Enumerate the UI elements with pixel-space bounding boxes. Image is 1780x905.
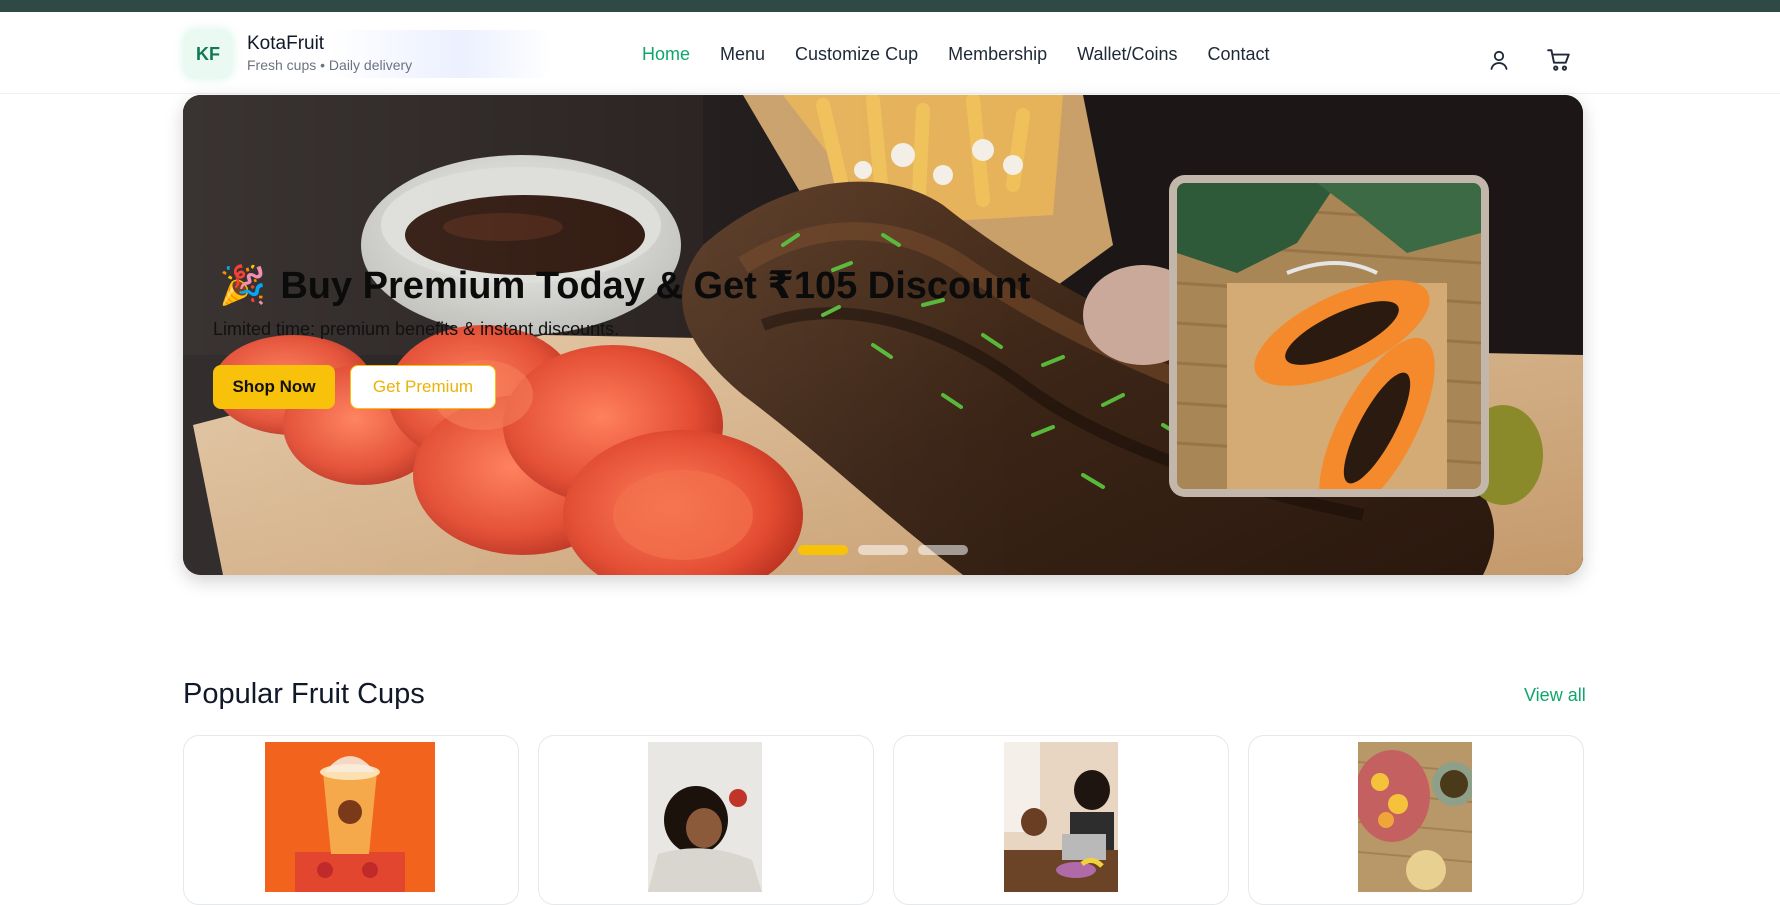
carousel-dot-2[interactable]	[858, 545, 908, 555]
hero-subtitle: Limited time: premium benefits & instant…	[213, 319, 620, 339]
brand-logo: KF	[183, 29, 233, 79]
nav-customize-cup[interactable]: Customize Cup	[795, 42, 918, 66]
carousel-dot-3[interactable]	[918, 545, 968, 555]
family-table-photo	[1004, 742, 1118, 892]
nav-contact[interactable]: Contact	[1208, 42, 1270, 66]
brand-name: KotaFruit	[247, 33, 325, 54]
brand-tagline: Fresh cups • Daily delivery	[247, 57, 413, 73]
nav-menu[interactable]: Menu	[720, 42, 765, 66]
view-all-link[interactable]: View all	[1524, 685, 1586, 706]
site-header: KF KotaFruit Fresh cups • Daily delivery…	[0, 12, 1780, 94]
fruit-cup-photo	[265, 742, 435, 892]
section-title: Popular Fruit Cups	[183, 678, 425, 710]
cart-icon[interactable]	[1539, 40, 1579, 80]
get-premium-button[interactable]: Get Premium	[350, 365, 496, 409]
product-card[interactable]	[1248, 735, 1584, 905]
hero-banner: 🎉 Buy Premium Today & Get ₹105 Discount …	[183, 95, 1583, 575]
product-card[interactable]	[183, 735, 519, 905]
hero-title: 🎉 Buy Premium Today & Get ₹105 Discount	[219, 263, 1030, 308]
shop-now-button[interactable]: Shop Now	[213, 365, 335, 409]
top-strip	[0, 0, 1780, 12]
user-icon[interactable]	[1479, 40, 1519, 80]
product-card[interactable]	[893, 735, 1229, 905]
brand[interactable]: KF KotaFruit Fresh cups • Daily delivery	[183, 29, 553, 79]
woman-eating-apple-photo	[648, 742, 762, 892]
product-card[interactable]	[538, 735, 874, 905]
main-nav: Home Menu Customize Cup Membership Walle…	[642, 42, 1270, 66]
nav-membership[interactable]: Membership	[948, 42, 1047, 66]
nav-wallet-coins[interactable]: Wallet/Coins	[1077, 42, 1177, 66]
hero-papaya-photo	[1169, 175, 1489, 497]
carousel-dots	[798, 545, 968, 555]
nav-home[interactable]: Home	[642, 42, 690, 66]
carousel-dot-1[interactable]	[798, 545, 848, 555]
brand-text: KotaFruit Fresh cups • Daily delivery	[247, 33, 412, 75]
party-popper-icon: 🎉	[219, 264, 267, 307]
fruit-plate-tea-photo	[1358, 742, 1472, 892]
hero-title-text: Buy Premium Today & Get ₹105 Discount	[280, 265, 1031, 307]
